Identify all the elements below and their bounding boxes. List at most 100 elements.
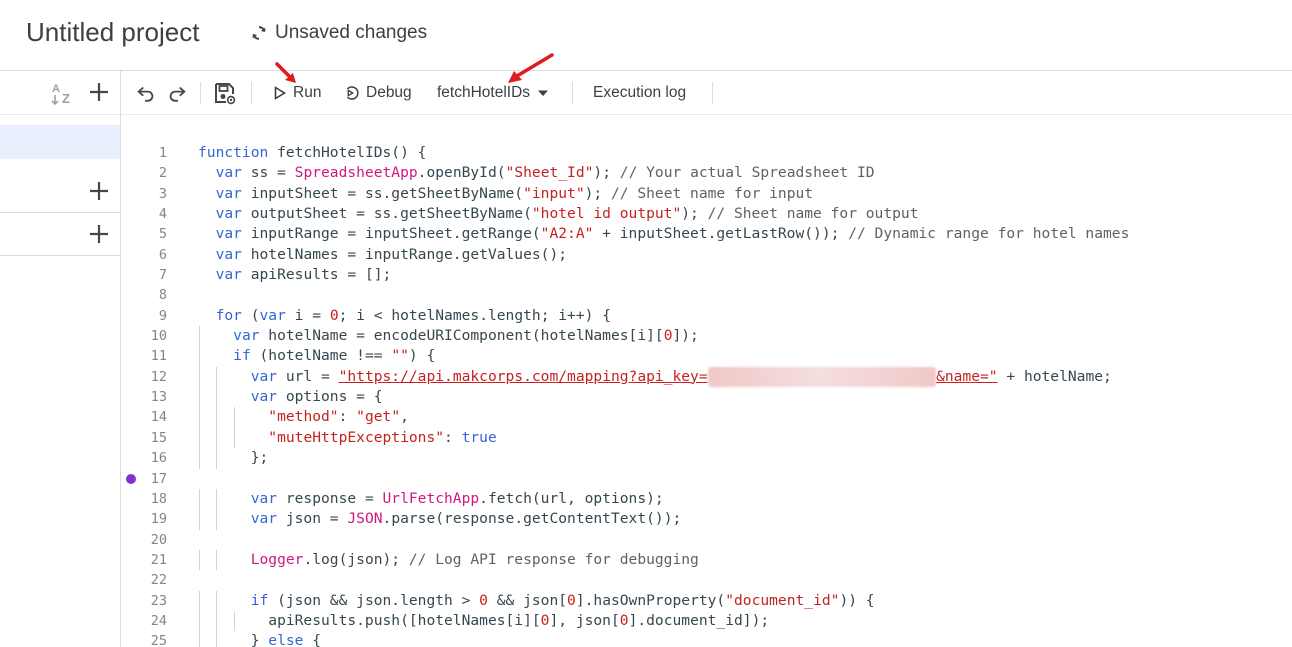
code-text[interactable]: if (json && json.length > 0 && json[0].h…: [198, 591, 875, 611]
code-line[interactable]: 17: [121, 469, 1292, 489]
code-text[interactable]: var options = {: [198, 387, 383, 407]
code-text[interactable]: Logger.log(json); // Log API response fo…: [198, 550, 699, 570]
code-line[interactable]: 11 if (hotelName !== "") {: [121, 346, 1292, 367]
redo-button[interactable]: [166, 71, 188, 115]
line-number[interactable]: 3: [121, 184, 167, 204]
code-line[interactable]: 19 var json = JSON.parse(response.getCon…: [121, 509, 1292, 530]
code-lines[interactable]: 1 function fetchHotelIDs() {2 var ss = Sp…: [121, 143, 1292, 647]
line-number[interactable]: 20: [121, 530, 167, 550]
project-header: Untitled project Unsaved changes: [0, 0, 1292, 71]
line-number[interactable]: 22: [121, 570, 167, 590]
line-number[interactable]: 24: [121, 611, 167, 631]
code-line[interactable]: 18 var response = UrlFetchApp.fetch(url,…: [121, 488, 1292, 510]
line-number[interactable]: 13: [121, 387, 167, 407]
add-file-icon[interactable]: [86, 79, 112, 105]
code-line[interactable]: 22: [121, 570, 1292, 590]
breakpoint-marker[interactable]: [126, 473, 136, 484]
code-text[interactable]: } else {: [198, 631, 321, 647]
execution-log-button[interactable]: Execution log: [593, 71, 686, 115]
code-text[interactable]: "method": "get",: [198, 407, 409, 427]
code-text[interactable]: var hotelNames = inputRange.getValues();: [198, 245, 567, 265]
code-text[interactable]: var inputRange = inputSheet.getRange("A2…: [198, 224, 1130, 244]
line-number[interactable]: 11: [121, 346, 167, 366]
code-line[interactable]: 24 apiResults.push([hotelNames[i][0], js…: [121, 610, 1292, 632]
code-text[interactable]: var apiResults = [];: [198, 265, 392, 285]
code-line[interactable]: 20: [121, 530, 1292, 550]
code-line[interactable]: 14 "method": "get",: [121, 407, 1292, 428]
save-button[interactable]: [213, 71, 237, 115]
line-number[interactable]: 8: [121, 285, 167, 305]
code-line[interactable]: 16 };: [121, 448, 1292, 469]
line-number[interactable]: 16: [121, 448, 167, 468]
code-text[interactable]: var hotelName = encodeURIComponent(hotel…: [198, 326, 699, 346]
code-text[interactable]: var ss = SpreadsheetApp.openById("Sheet_…: [198, 163, 875, 183]
code-line[interactable]: 2 var ss = SpreadsheetApp.openById("Shee…: [121, 163, 1292, 183]
line-number[interactable]: 2: [121, 163, 167, 183]
run-button[interactable]: Run: [273, 71, 321, 115]
selected-file-item[interactable]: [0, 125, 120, 159]
code-text[interactable]: var outputSheet = ss.getSheetByName("hot…: [198, 204, 919, 224]
code-line[interactable]: 21 Logger.log(json); // Log API response…: [121, 549, 1292, 571]
code-line[interactable]: 5 var inputRange = inputSheet.getRange("…: [121, 224, 1292, 244]
code-text[interactable]: "muteHttpExceptions": true: [198, 428, 496, 448]
save-status-text: Unsaved changes: [275, 22, 428, 43]
code-line[interactable]: 23 if (json && json.length > 0 && json[0…: [121, 590, 1292, 611]
code-line[interactable]: 4 var outputSheet = ss.getSheetByName("h…: [121, 204, 1292, 224]
line-number[interactable]: 18: [121, 489, 167, 509]
line-number[interactable]: 9: [121, 306, 167, 326]
line-number[interactable]: 5: [121, 224, 167, 244]
code-line[interactable]: 25 } else {: [121, 631, 1292, 647]
line-number[interactable]: 10: [121, 326, 167, 346]
sort-az-icon[interactable]: A Z: [50, 80, 76, 106]
services-section[interactable]: [0, 213, 120, 256]
code-line[interactable]: 9 for (var i = 0; i < hotelNames.length;…: [121, 306, 1292, 326]
code-line[interactable]: 12 var url = "https://api.makcorps.com/m…: [121, 366, 1292, 388]
play-icon: [274, 86, 287, 100]
execution-log-label: Execution log: [593, 84, 687, 101]
code-text[interactable]: var response = UrlFetchApp.fetch(url, op…: [198, 489, 664, 509]
line-number[interactable]: 19: [121, 509, 167, 529]
toolbar-divider: [712, 82, 713, 104]
dropdown-arrow-icon: [538, 90, 549, 96]
line-number[interactable]: 14: [121, 407, 167, 427]
line-number[interactable]: 4: [121, 204, 167, 224]
line-number[interactable]: 15: [121, 428, 167, 448]
line-number[interactable]: 6: [121, 245, 167, 265]
code-line[interactable]: 1 function fetchHotelIDs() {: [121, 143, 1292, 163]
svg-text:A: A: [52, 83, 60, 95]
code-text[interactable]: function fetchHotelIDs() {: [198, 143, 426, 163]
function-select-value: fetchHotelIDs: [437, 84, 531, 101]
code-text[interactable]: var json = JSON.parse(response.getConten…: [198, 509, 682, 529]
function-select[interactable]: fetchHotelIDs: [437, 71, 550, 115]
run-label: Run: [293, 84, 322, 101]
add-library-icon[interactable]: [86, 178, 112, 204]
code-text[interactable]: if (hotelName !== "") {: [198, 346, 435, 366]
code-line[interactable]: 15 "muteHttpExceptions": true: [121, 427, 1292, 449]
editor-toolbar: Run Debug fetchHotelIDs Execution log: [121, 71, 1292, 115]
code-text[interactable]: var url = "https://api.makcorps.com/mapp…: [198, 366, 1112, 388]
libraries-section[interactable]: [0, 170, 120, 213]
line-number[interactable]: 23: [121, 591, 167, 611]
code-line[interactable]: 10 var hotelName = encodeURIComponent(ho…: [121, 326, 1292, 347]
line-number[interactable]: 12: [121, 367, 167, 387]
code-text[interactable]: for (var i = 0; i < hotelNames.length; i…: [198, 306, 611, 326]
add-service-icon[interactable]: [86, 221, 112, 247]
code-line[interactable]: 8: [121, 285, 1292, 305]
project-title[interactable]: Untitled project: [26, 17, 199, 48]
code-text[interactable]: apiResults.push([hotelNames[i][0], json[…: [198, 611, 769, 631]
code-text[interactable]: };: [198, 448, 269, 468]
sync-icon: [252, 26, 266, 40]
code-editor[interactable]: 1 function fetchHotelIDs() {2 var ss = Sp…: [121, 115, 1292, 647]
code-line[interactable]: 6 var hotelNames = inputRange.getValues(…: [121, 245, 1292, 265]
line-number[interactable]: 21: [121, 550, 167, 570]
line-number[interactable]: 1: [121, 143, 167, 163]
code-text[interactable]: var inputSheet = ss.getSheetByName("inpu…: [198, 184, 814, 204]
debug-label: Debug: [366, 84, 412, 101]
undo-button[interactable]: [135, 71, 157, 115]
debug-button[interactable]: Debug: [343, 71, 412, 115]
code-line[interactable]: 7 var apiResults = [];: [121, 265, 1292, 285]
code-line[interactable]: 13 var options = {: [121, 387, 1292, 408]
line-number[interactable]: 7: [121, 265, 167, 285]
code-line[interactable]: 3 var inputSheet = ss.getSheetByName("in…: [121, 184, 1292, 204]
line-number[interactable]: 25: [121, 631, 167, 647]
